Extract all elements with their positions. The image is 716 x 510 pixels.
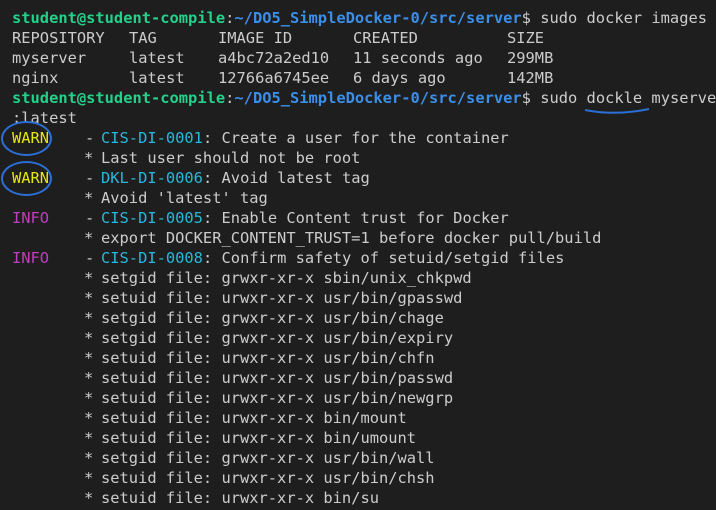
bullet: * [84,489,94,507]
detail-text: setuid file: urwxr-xr-x bin/mount [101,409,407,427]
table-header-cell: CREATED [353,29,418,47]
detail-text: setuid file: urwxr-xr-x usr/bin/passwd [101,369,454,387]
table-header-cell: SIZE [507,29,545,47]
detail-text: setgid file: grwxr-xr-x usr/bin/chage [101,309,444,327]
table-cell: a4bc72a2ed10 [218,49,330,67]
bullet: * [84,149,94,167]
bullet: * [84,409,94,427]
annotation-underline [584,108,650,114]
detail-text: setuid file: urwxr-xr-x bin/umount [101,429,417,447]
level-badge: INFO [12,249,50,267]
detail-text: setuid file: urwxr-xr-x bin/su [101,489,379,507]
table-cell: latest [129,49,185,67]
level-badge: INFO [12,209,50,227]
rule-id: CIS-DI-0001 [101,129,203,147]
prompt-colon: : [225,89,235,107]
prompt-path: ~/DO5_SimpleDocker-0/src/server [234,9,522,27]
bullet: * [84,389,94,407]
command-text: sudo docker images [540,9,707,27]
bullet: * [84,469,94,487]
command-wrap-line: :latest [12,108,77,128]
table-cell: 11 seconds ago [353,49,483,67]
detail-text: Last user should not be root [101,149,361,167]
rule-title: : Create a user for the container [203,129,509,147]
table-cell: 12766a6745ee [218,69,330,87]
table-header-cell: REPOSITORY [12,29,105,47]
table-cell: 142MB [507,69,554,87]
bullet: * [84,309,94,327]
bullet: * [84,269,94,287]
result-dash: - [85,249,95,267]
rule-title: : Enable Content trust for Docker [203,209,509,227]
prompt-dollar: $ [521,9,541,27]
rule-title: : Avoid latest tag [203,169,370,187]
bullet: * [84,289,94,307]
bullet: * [84,229,94,247]
bullet: * [84,329,94,347]
level-badge: WARN [12,169,50,187]
table-cell: 6 days ago [353,69,446,87]
table-cell: myserver [12,49,87,67]
bullet: * [84,429,94,447]
detail-text: setuid file: urwxr-xr-x usr/bin/chfn [101,349,435,367]
result-dash: - [85,169,95,187]
prompt-colon: : [225,9,235,27]
rule-id: CIS-DI-0005 [101,209,203,227]
result-dash: - [85,209,95,227]
detail-text: setuid file: urwxr-xr-x usr/bin/gpasswd [101,289,463,307]
command-line-dockle: student@student-compile:~/DO5_SimpleDock… [12,88,716,108]
rule-id: DKL-DI-0006 [101,169,203,187]
command-text: sudo [540,89,587,107]
bullet: * [84,449,94,467]
table-cell: latest [129,69,185,87]
prompt-dollar: $ [521,89,541,107]
table-header-cell: IMAGE ID [218,29,293,47]
table-header-cell: TAG [129,29,157,47]
detail-text: setuid file: urwxr-xr-x usr/bin/chsh [101,469,435,487]
command-line-images: student@student-compile:~/DO5_SimpleDock… [12,8,707,28]
result-dash: - [85,129,95,147]
command-text: :latest [12,109,77,127]
level-badge: WARN [12,129,50,147]
table-cell: 299MB [507,49,554,67]
command-text: myserver [651,89,716,107]
dockle-command-word: dockle [586,89,643,107]
bullet: * [84,189,94,207]
table-cell: nginx [12,69,59,87]
detail-text: setuid file: urwxr-xr-x usr/bin/newgrp [101,389,454,407]
bullet: * [84,369,94,387]
prompt-path: ~/DO5_SimpleDocker-0/src/server [234,89,522,107]
detail-text: export DOCKER_CONTENT_TRUST=1 before doc… [101,229,602,247]
rule-title: : Confirm safety of setuid/setgid files [203,249,565,267]
prompt-user: student@student-compile [12,9,226,27]
terminal-output[interactable]: student@student-compile:~/DO5_SimpleDock… [0,0,716,510]
bullet: * [84,349,94,367]
detail-text: setgid file: grwxr-xr-x sbin/unix_chkpwd [101,269,472,287]
prompt-user: student@student-compile [12,89,226,107]
detail-text: setgid file: grwxr-xr-x usr/bin/expiry [101,329,454,347]
detail-text: setgid file: grwxr-xr-x usr/bin/wall [101,449,435,467]
rule-id: CIS-DI-0008 [101,249,203,267]
detail-text: Avoid 'latest' tag [101,189,268,207]
